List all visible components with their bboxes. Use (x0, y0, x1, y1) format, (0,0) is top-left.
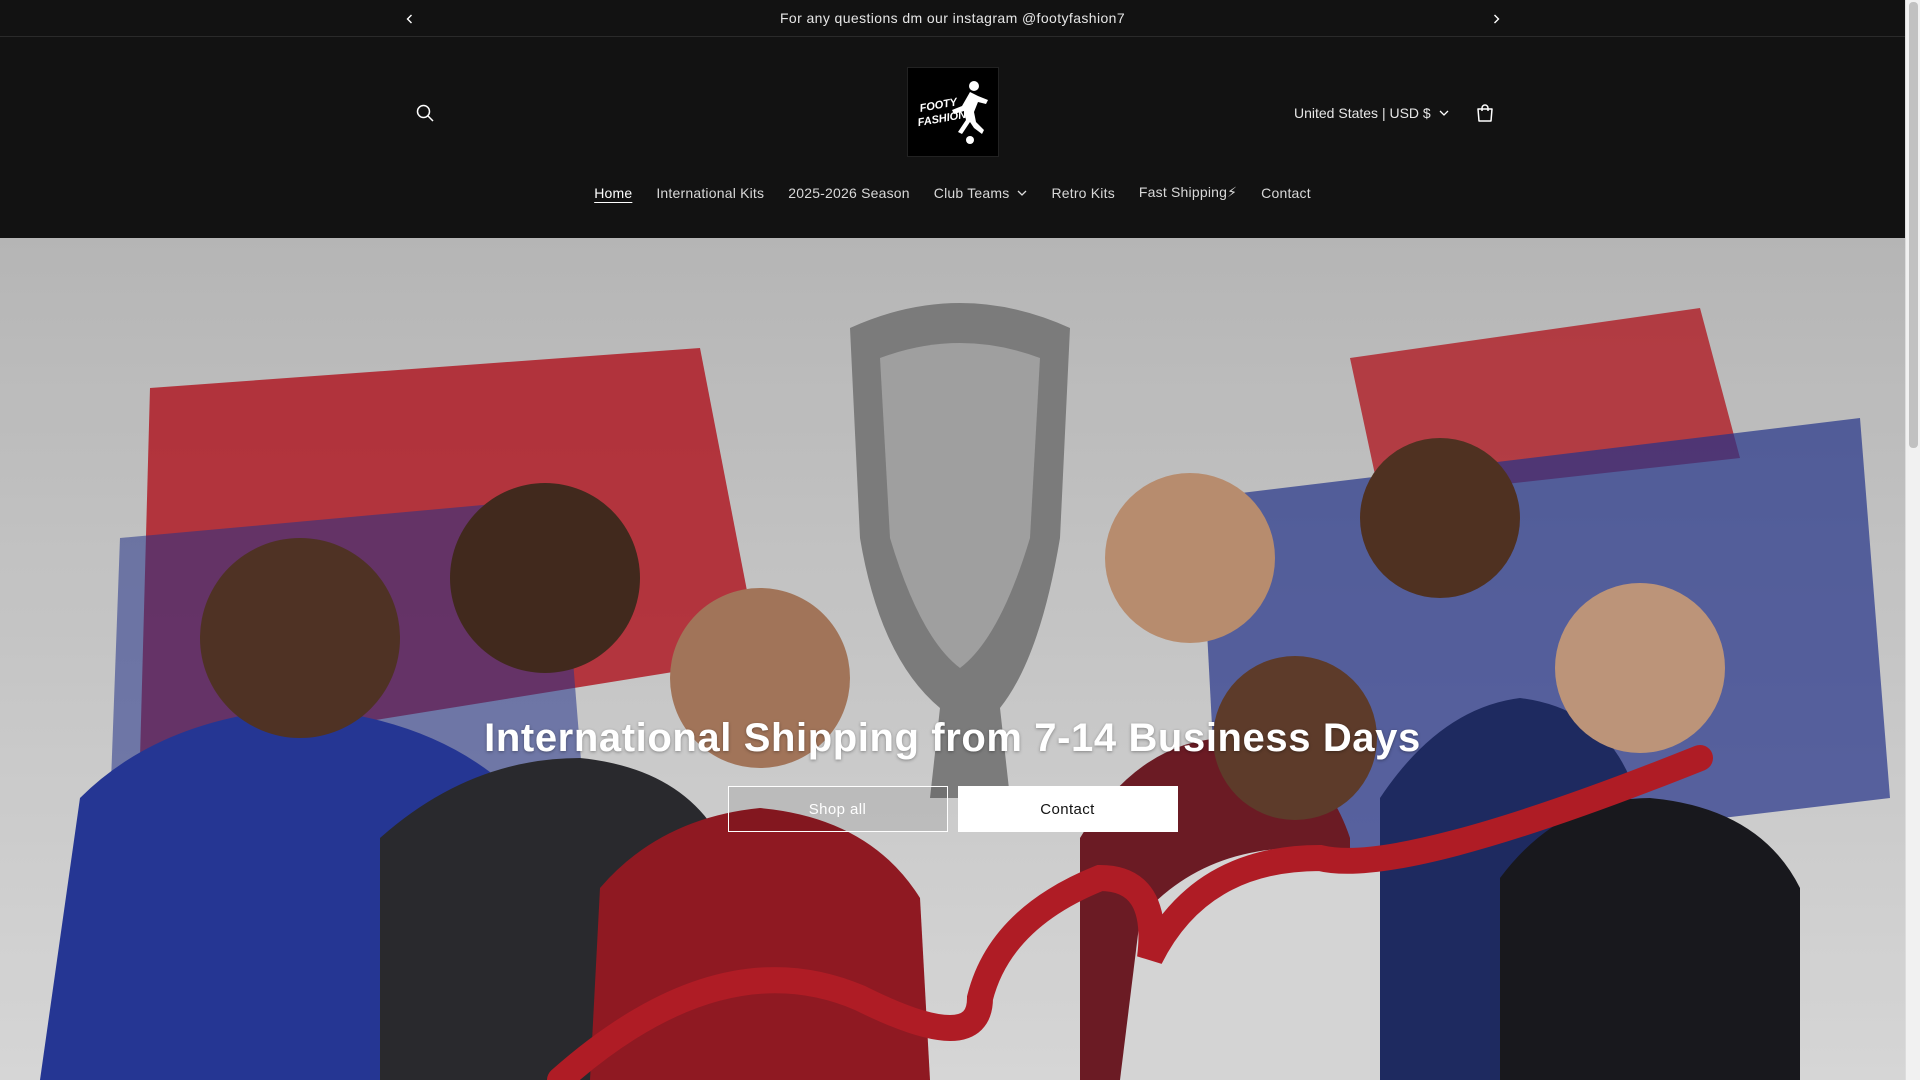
page-scrollbar[interactable] (1905, 0, 1920, 1080)
search-icon (416, 104, 434, 122)
site-header: FOOTY FASHION United States | USD $ Home… (0, 38, 1905, 238)
cart-icon (1477, 104, 1493, 122)
scrollbar-thumb[interactable] (1909, 2, 1918, 448)
cart-button[interactable] (1470, 98, 1500, 128)
country-currency-label: United States | USD $ (1294, 105, 1431, 121)
nav-item-label: Club Teams (933, 184, 1010, 201)
announcement-bar: For any questions dm our instagram @foot… (0, 0, 1905, 37)
nav-item-home[interactable]: Home (582, 184, 644, 201)
nav-item-fast-shipping[interactable]: Fast Shipping⚡ (1127, 184, 1249, 201)
nav-item-international-kits[interactable]: International Kits (644, 184, 776, 201)
main-navigation: Home International Kits 2025-2026 Season… (0, 184, 1905, 201)
country-currency-selector[interactable]: United States | USD $ (1294, 100, 1449, 126)
hero-overlay (0, 238, 1905, 1080)
announcement-text: For any questions dm our instagram @foot… (779, 10, 1126, 26)
nav-item-label: Retro Kits (1051, 184, 1115, 201)
chevron-down-icon (1017, 190, 1027, 196)
store-logo[interactable]: FOOTY FASHION (907, 67, 999, 157)
search-button[interactable] (410, 98, 440, 128)
nav-item-contact[interactable]: Contact (1249, 184, 1323, 201)
hero-banner: International Shipping from 7-14 Busines… (0, 238, 1905, 1080)
nav-item-label: Home (594, 184, 633, 201)
nav-item-label: Contact (1261, 184, 1311, 201)
chevron-right-icon (1494, 14, 1500, 24)
chevron-down-icon (1439, 110, 1449, 116)
shop-all-button[interactable]: Shop all (727, 786, 948, 832)
nav-item-retro-kits[interactable]: Retro Kits (1039, 184, 1126, 201)
contact-button[interactable]: Contact (957, 786, 1178, 832)
hero-buttons: Shop all Contact (0, 786, 1905, 832)
nav-item-label: International Kits (656, 184, 765, 201)
nav-item-label: Fast Shipping⚡ (1138, 184, 1238, 200)
hero-heading: International Shipping from 7-14 Busines… (484, 716, 1421, 760)
nav-item-label: 2025-2026 Season (788, 184, 910, 201)
footy-fashion-logo: FOOTY FASHION (917, 81, 988, 144)
nav-item-2025-2026-season[interactable]: 2025-2026 Season (776, 184, 922, 201)
announcement-next-button[interactable] (1485, 8, 1507, 30)
nav-item-club-teams[interactable]: Club Teams (922, 184, 1040, 201)
